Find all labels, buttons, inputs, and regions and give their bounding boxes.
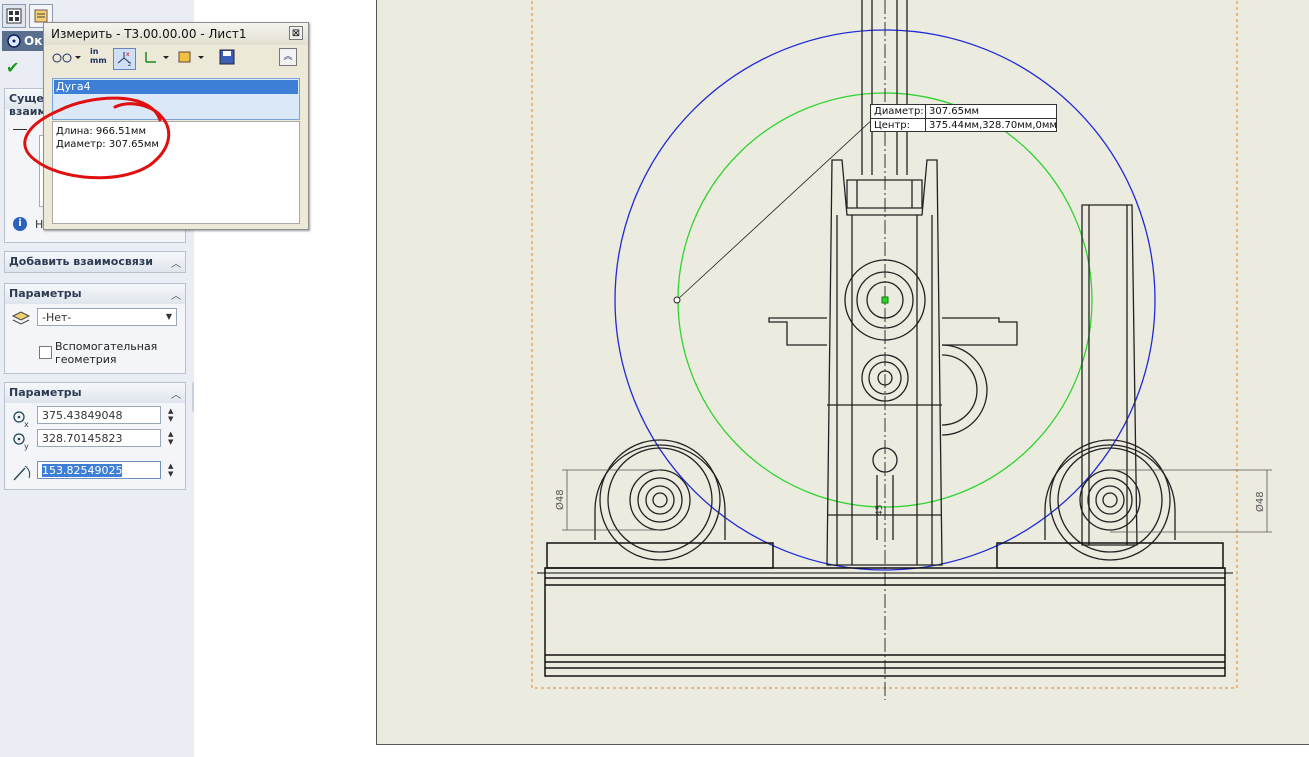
measure-dialog-title: Измерить - Т3.00.00.00 - Лист1	[51, 27, 247, 41]
left-roller	[594, 439, 726, 561]
callout-diameter-value: 307.65мм	[929, 106, 980, 117]
tab-property-manager[interactable]	[2, 4, 26, 28]
sensor-icon[interactable]	[176, 48, 208, 68]
parameters-group: Параметры ︿ x 375.43849048 ▲ ▼ y 328.7014…	[4, 382, 186, 490]
relation-symbol-icon	[13, 129, 27, 130]
central-bracket	[768, 159, 1018, 566]
layer-select-value: -Нет-	[42, 311, 72, 324]
collapse-dialog-icon[interactable]: ︽	[279, 48, 297, 66]
dimension-right-text[interactable]: Ø48	[1254, 491, 1266, 512]
selected-entity[interactable]: Дуга4	[54, 80, 298, 94]
property-manager-icon	[6, 8, 22, 24]
units-button[interactable]: in mm	[90, 47, 107, 67]
add-relations-group: Добавить взаимосвязи ︿	[4, 251, 186, 273]
selection-list[interactable]: Дуга4	[52, 78, 300, 120]
units-mm-label: mm	[90, 56, 107, 65]
svg-text:x: x	[24, 420, 29, 429]
drawing-area[interactable]: Ø48 Ø48 45 Диаметр: 307.65мм Центр: 375.…	[194, 0, 1309, 757]
radius-icon	[13, 465, 31, 481]
close-button[interactable]: ⊠	[289, 26, 303, 40]
radius-spinner[interactable]: ▲ ▼	[168, 462, 178, 478]
callout-leader	[676, 117, 875, 301]
right-plate	[1081, 204, 1138, 546]
circle-feature-icon	[7, 34, 21, 48]
coordinate-system-icon[interactable]	[141, 48, 173, 68]
measure-results: Длина: 966.51мм Диаметр: 307.65мм	[52, 121, 300, 224]
center-x-input[interactable]: 375.43849048	[37, 406, 161, 424]
callout-center-value: 375.44мм,328.70мм,0мм	[929, 120, 1057, 131]
center-x-spinner[interactable]: ▲ ▼	[168, 407, 178, 423]
dimension-right	[1110, 469, 1272, 533]
center-y-value: 328.70145823	[42, 432, 123, 445]
center-y-input[interactable]: 328.70145823	[37, 429, 161, 447]
dimension-left	[562, 469, 660, 531]
callout-diameter-label: Диаметр:	[874, 106, 924, 117]
construction-checkbox[interactable]	[39, 346, 52, 359]
parameters-header[interactable]: Параметры ︿	[5, 383, 185, 403]
svg-text:x: x	[126, 51, 130, 58]
svg-text:y: y	[24, 442, 29, 451]
collapse-icon[interactable]: ︿	[171, 386, 181, 401]
ok-check-icon[interactable]: ✔	[6, 58, 19, 77]
options-header[interactable]: Параметры ︿	[5, 284, 185, 304]
measure-toolbar: in mm xz ︽	[49, 47, 299, 71]
dimension-left-text[interactable]: Ø48	[554, 489, 566, 510]
right-roller	[1044, 439, 1176, 561]
leader-anchor	[673, 296, 681, 304]
layer-icon	[11, 311, 31, 325]
center-y-spinner[interactable]: ▲ ▼	[168, 430, 178, 446]
center-point[interactable]	[881, 296, 889, 304]
measure-dialog: Измерить - Т3.00.00.00 - Лист1 ⊠ in mm x…	[43, 22, 309, 230]
collapse-icon[interactable]: ︿	[171, 287, 181, 302]
dimension-center-text[interactable]: 45	[875, 505, 885, 516]
radius-input[interactable]: 153.82549025	[37, 461, 161, 479]
layer-select[interactable]: -Нет- ▼	[37, 308, 177, 326]
dropdown-arrow-icon: ▼	[165, 312, 172, 321]
add-relations-label: Добавить взаимосвязи	[9, 255, 153, 268]
center-x-icon: x	[13, 411, 29, 429]
expand-icon[interactable]: ︿	[171, 255, 181, 270]
drawing-canvas[interactable]: Ø48 Ø48 45	[377, 0, 1309, 745]
callout-divider	[871, 118, 1056, 119]
center-y-icon: y	[13, 433, 29, 451]
center-x-value: 375.43849048	[42, 409, 123, 422]
arc-options-icon[interactable]	[51, 48, 81, 68]
svg-text:z: z	[128, 61, 131, 67]
construction-label-1: Вспомогательная	[55, 340, 158, 353]
construction-label-2: геометрия	[55, 353, 117, 366]
options-label: Параметры	[9, 287, 82, 300]
drawing-sheet[interactable]: Ø48 Ø48 45	[376, 0, 1309, 745]
result-length: Длина: 966.51мм	[56, 126, 146, 137]
save-icon[interactable]	[218, 48, 236, 68]
radius-value: 153.82549025	[42, 464, 123, 477]
units-in-label: in	[90, 47, 99, 56]
measure-dialog-titlebar[interactable]: Измерить - Т3.00.00.00 - Лист1 ⊠	[44, 23, 308, 45]
measure-callout: Диаметр: 307.65мм Центр: 375.44мм,328.70…	[870, 104, 1057, 132]
xyz-measure-icon[interactable]: xz	[113, 48, 136, 70]
options-group: Параметры ︿ -Нет- ▼ Вспомогательная геом…	[4, 283, 186, 374]
parameters-label: Параметры	[9, 386, 82, 399]
result-diameter: Диаметр: 307.65мм	[56, 139, 159, 150]
callout-center-label: Центр:	[874, 120, 910, 131]
info-icon: i	[13, 217, 27, 231]
add-relations-header[interactable]: Добавить взаимосвязи ︿	[5, 252, 185, 272]
